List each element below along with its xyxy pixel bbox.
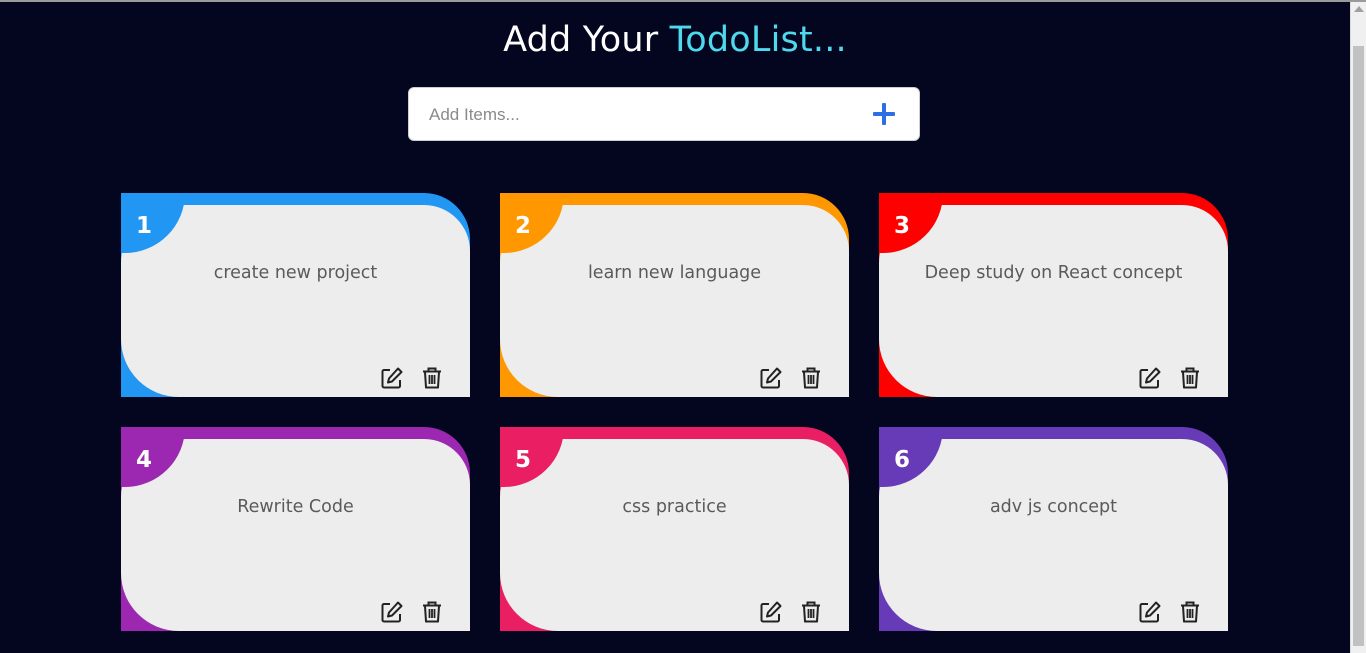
todo-text: adv js concept (989, 497, 1118, 517)
todo-card: create new project 1 (121, 193, 470, 397)
scrollbar[interactable] (1350, 2, 1366, 653)
add-item-form (408, 87, 920, 141)
todo-card-body: create new project (121, 205, 470, 397)
edit-icon[interactable] (758, 599, 784, 625)
todo-card-body: adv js concept (879, 439, 1228, 631)
trash-icon[interactable] (1177, 599, 1203, 625)
todo-card: Rewrite Code 4 (121, 427, 470, 631)
todo-card: css practice 5 (500, 427, 849, 631)
todo-number: 2 (515, 213, 532, 239)
todo-card-body: css practice (500, 439, 849, 631)
edit-icon[interactable] (1137, 599, 1163, 625)
edit-icon[interactable] (379, 599, 405, 625)
todo-text: create new project (213, 263, 378, 283)
todo-number: 5 (515, 447, 532, 473)
todo-card: learn new language 2 (500, 193, 849, 397)
todo-text: Rewrite Code (237, 497, 354, 517)
todo-number: 4 (136, 447, 153, 473)
scroll-up-arrow-icon[interactable] (1354, 6, 1364, 12)
todo-text: learn new language (587, 263, 762, 283)
todo-card: Deep study on React concept 3 (879, 193, 1228, 397)
trash-icon[interactable] (419, 365, 445, 391)
edit-icon[interactable] (1137, 365, 1163, 391)
plus-icon[interactable] (869, 99, 899, 129)
todo-card-body: learn new language (500, 205, 849, 397)
todo-card: adv js concept 6 (879, 427, 1228, 631)
trash-icon[interactable] (798, 365, 824, 391)
todo-text: Deep study on React concept (924, 263, 1183, 283)
trash-icon[interactable] (1177, 365, 1203, 391)
window-top-border (0, 0, 1366, 2)
todo-number: 6 (894, 447, 911, 473)
add-item-input[interactable] (429, 102, 849, 128)
todo-card-body: Rewrite Code (121, 439, 470, 631)
todo-card-body: Deep study on React concept (879, 205, 1228, 397)
todo-number: 3 (894, 213, 911, 239)
todo-text: css practice (622, 497, 727, 517)
scroll-thumb[interactable] (1353, 46, 1364, 646)
edit-icon[interactable] (758, 365, 784, 391)
todo-number: 1 (136, 213, 153, 239)
edit-icon[interactable] (379, 365, 405, 391)
trash-icon[interactable] (798, 599, 824, 625)
title-main: Add Your (503, 20, 670, 60)
page-title: Add Your TodoList... (0, 20, 1350, 60)
trash-icon[interactable] (419, 599, 445, 625)
title-accent: TodoList... (669, 20, 847, 60)
